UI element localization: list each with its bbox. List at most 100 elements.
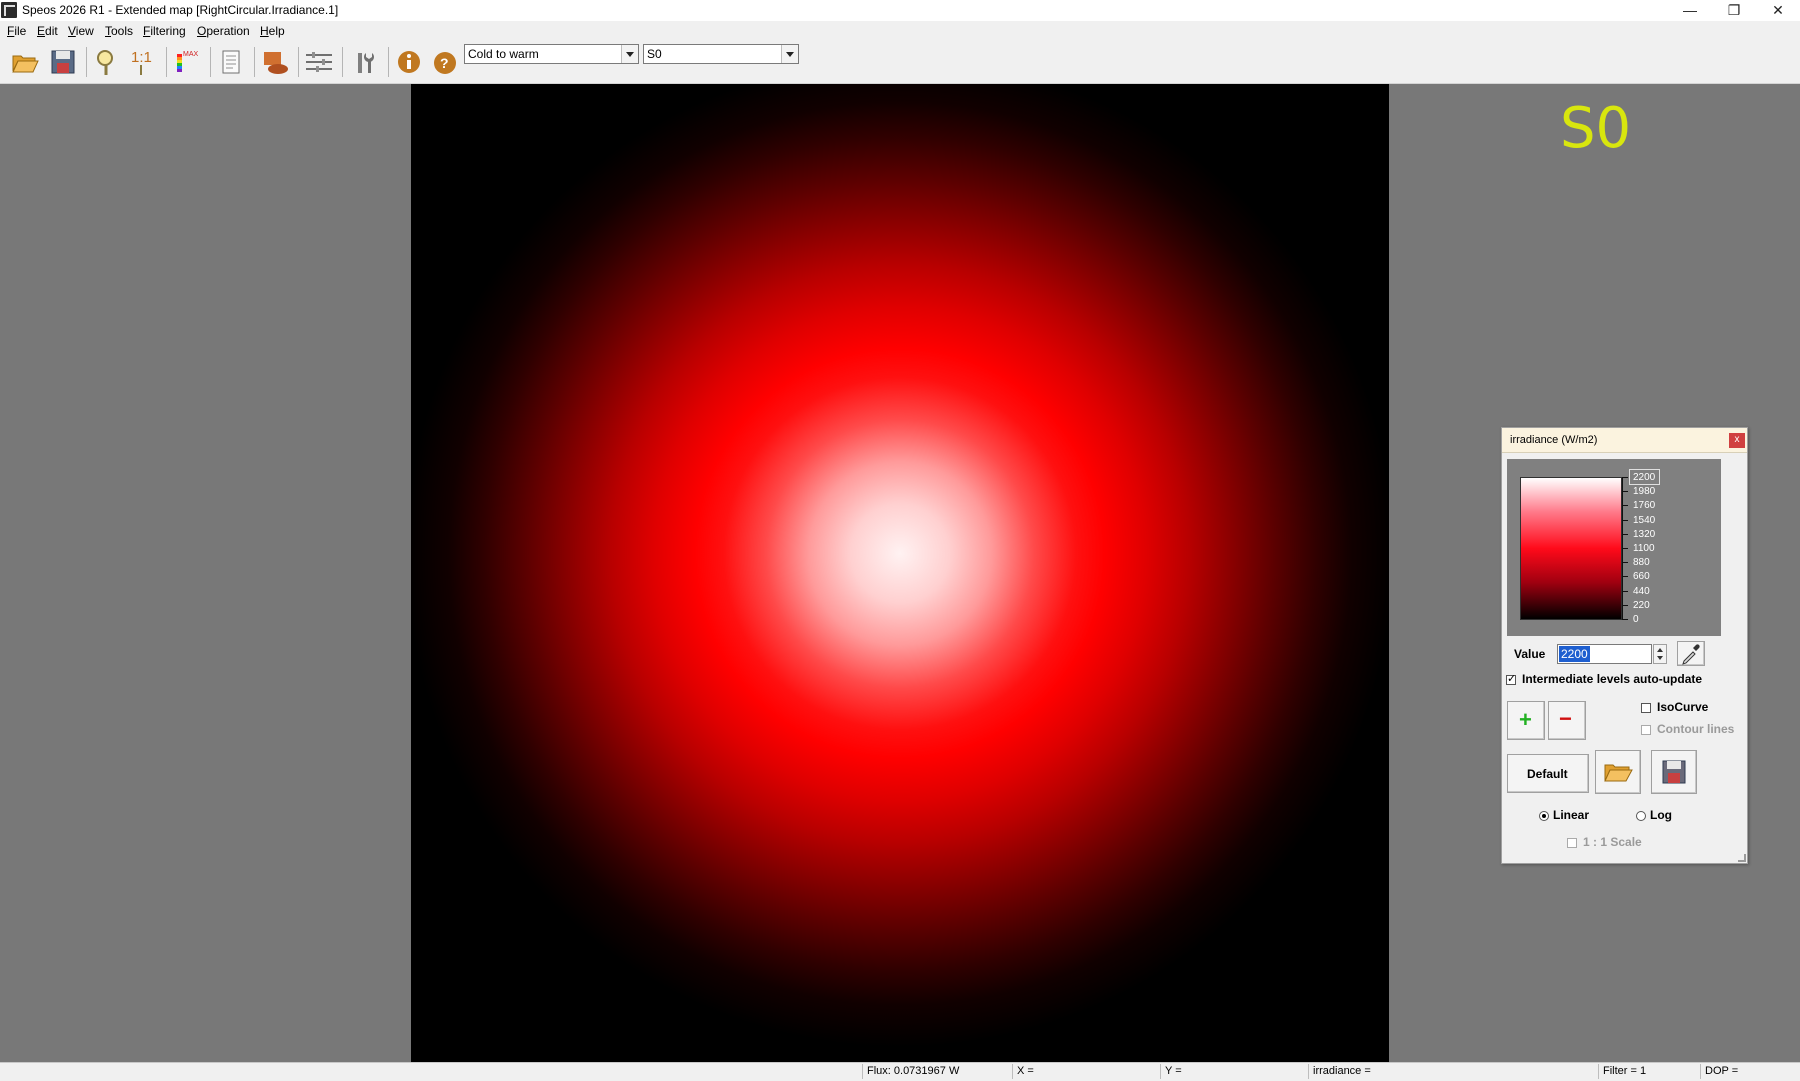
toolbar-separator <box>388 47 389 77</box>
status-y: Y = <box>1160 1064 1308 1079</box>
report-icon[interactable] <box>216 47 246 77</box>
scale-tick <box>1622 520 1628 521</box>
status-bar: Flux: 0.0731967 W X = Y = irradiance = F… <box>0 1062 1800 1081</box>
help-icon[interactable]: ? <box>430 47 460 77</box>
remove-level-button[interactable]: − <box>1548 701 1586 740</box>
scale-tick-label[interactable]: 660 <box>1633 571 1650 582</box>
palette-dialog-header[interactable]: irradiance (W/m2) x <box>1502 428 1747 453</box>
radio-selected-dot <box>1542 814 1546 818</box>
close-button[interactable]: ✕ <box>1756 0 1800 21</box>
status-irradiance: irradiance = <box>1308 1064 1598 1079</box>
value-spinner[interactable] <box>1653 644 1667 664</box>
surface-icon[interactable] <box>260 47 290 77</box>
scale-tick <box>1622 591 1628 592</box>
toolbar-separator <box>210 47 211 77</box>
menu-help[interactable]: Help <box>260 24 285 38</box>
resize-grip-icon[interactable] <box>1738 854 1746 862</box>
menu-view[interactable]: View <box>68 24 94 38</box>
status-filter: Filter = 1 <box>1598 1064 1700 1079</box>
restore-button[interactable]: ❐ <box>1712 0 1756 21</box>
value-input-text: 2200 <box>1559 646 1590 662</box>
open-folder-icon <box>1604 764 1633 782</box>
scale-tick <box>1622 491 1628 492</box>
status-x: X = <box>1012 1064 1160 1079</box>
log-radio[interactable] <box>1636 811 1646 821</box>
linear-radio[interactable] <box>1539 811 1549 821</box>
isocurve-label: IsoCurve <box>1657 700 1709 714</box>
color-scale-panel[interactable]: 2200 1980 1760 1540 1320 1100 880 660 440 220 0 <box>1507 459 1721 636</box>
irradiance-map[interactable] <box>411 84 1389 1062</box>
save-palette-button[interactable] <box>1651 750 1697 794</box>
scale-tick-label[interactable]: 1980 <box>1633 486 1655 497</box>
tools-icon[interactable] <box>350 47 380 77</box>
menu-file[interactable]: File <box>7 24 26 38</box>
menu-tools[interactable]: Tools <box>105 24 133 38</box>
default-button[interactable]: Default <box>1507 754 1589 793</box>
title-bar: Speos 2026 R1 - Extended map [RightCircu… <box>0 0 1800 21</box>
toolbar-separator <box>254 47 255 77</box>
save-icon[interactable] <box>48 47 78 77</box>
scale-tick-label[interactable]: 880 <box>1633 557 1650 568</box>
chevron-down-icon[interactable] <box>781 45 798 63</box>
scale-tick-label[interactable]: 1320 <box>1633 529 1655 540</box>
minimize-button[interactable]: — <box>1668 0 1712 21</box>
toolbar-separator <box>86 47 87 77</box>
scale-tick <box>1622 619 1628 620</box>
scale-tick <box>1622 576 1628 577</box>
scale-1to1-checkbox[interactable] <box>1567 838 1577 848</box>
scale-tick-label[interactable]: 0 <box>1633 614 1639 625</box>
menu-edit[interactable]: Edit <box>37 24 58 38</box>
palette-close-button[interactable]: x <box>1729 433 1745 448</box>
scale-tick <box>1622 534 1628 535</box>
palette-dialog-title: irradiance (W/m2) <box>1510 434 1598 446</box>
scale-tick-label[interactable]: 1100 <box>1633 543 1655 554</box>
value-input[interactable]: 2200 <box>1557 644 1652 664</box>
value-label: Value <box>1514 647 1546 661</box>
settings-sliders-icon[interactable] <box>304 47 334 77</box>
scale-1to1-label: 1 : 1 Scale <box>1583 835 1642 849</box>
scale-tick <box>1622 605 1628 606</box>
save-icon <box>1662 760 1686 784</box>
add-level-button[interactable]: + <box>1507 701 1545 740</box>
menu-operation[interactable]: Operation <box>197 24 250 38</box>
status-dop: DOP = <box>1700 1064 1800 1079</box>
palette-combo[interactable]: Cold to warm <box>464 44 639 64</box>
scale-tick-label[interactable]: 1760 <box>1633 500 1655 511</box>
open-folder-icon[interactable] <box>10 47 40 77</box>
contour-lines-checkbox[interactable] <box>1641 725 1651 735</box>
info-icon[interactable] <box>394 47 424 77</box>
isocurve-checkbox[interactable] <box>1641 703 1651 713</box>
scale-tick-label[interactable]: 2200 <box>1633 472 1655 483</box>
scale-tick <box>1622 548 1628 549</box>
check-icon: ✓ <box>1507 673 1517 685</box>
toolbar-separator <box>298 47 299 77</box>
color-scale-bar[interactable] <box>1520 477 1622 620</box>
contour-lines-label: Contour lines <box>1657 722 1735 736</box>
scale-tick-label[interactable]: 1540 <box>1633 515 1655 526</box>
color-scale-icon[interactable]: MAX <box>172 47 202 77</box>
zoom-icon[interactable] <box>92 47 122 77</box>
log-label: Log <box>1650 808 1672 822</box>
toolbar: 1:1 MAX ? Cold to warm S0 <box>0 41 1800 84</box>
zoom-1to1-icon[interactable]: 1:1 <box>128 47 158 77</box>
menu-filtering[interactable]: Filtering <box>143 24 186 38</box>
color-picker-button[interactable] <box>1677 641 1705 666</box>
layer-combo-value: S0 <box>647 47 662 61</box>
menu-bar: File Edit View Tools Filtering Operation… <box>0 21 1800 41</box>
toolbar-separator <box>342 47 343 77</box>
layer-combo[interactable]: S0 <box>643 44 799 64</box>
scale-tick-label[interactable]: 220 <box>1633 600 1650 611</box>
auto-update-checkbox[interactable]: ✓ <box>1506 673 1517 685</box>
scale-tick-label[interactable]: 440 <box>1633 586 1650 597</box>
app-icon[interactable] <box>1 2 17 18</box>
map-layer-label: S0 <box>1560 96 1632 161</box>
eyedropper-icon <box>1682 644 1700 665</box>
load-palette-button[interactable] <box>1595 750 1641 794</box>
default-button-label: Default <box>1527 767 1568 781</box>
scale-tick <box>1622 505 1628 506</box>
palette-dialog: irradiance (W/m2) x 2200 1980 1760 1540 1320… <box>1501 427 1748 864</box>
toolbar-separator <box>166 47 167 77</box>
svg-text:?: ? <box>440 55 449 71</box>
zoom-1to1-label: 1:1 <box>131 49 152 66</box>
chevron-down-icon[interactable] <box>621 45 638 63</box>
